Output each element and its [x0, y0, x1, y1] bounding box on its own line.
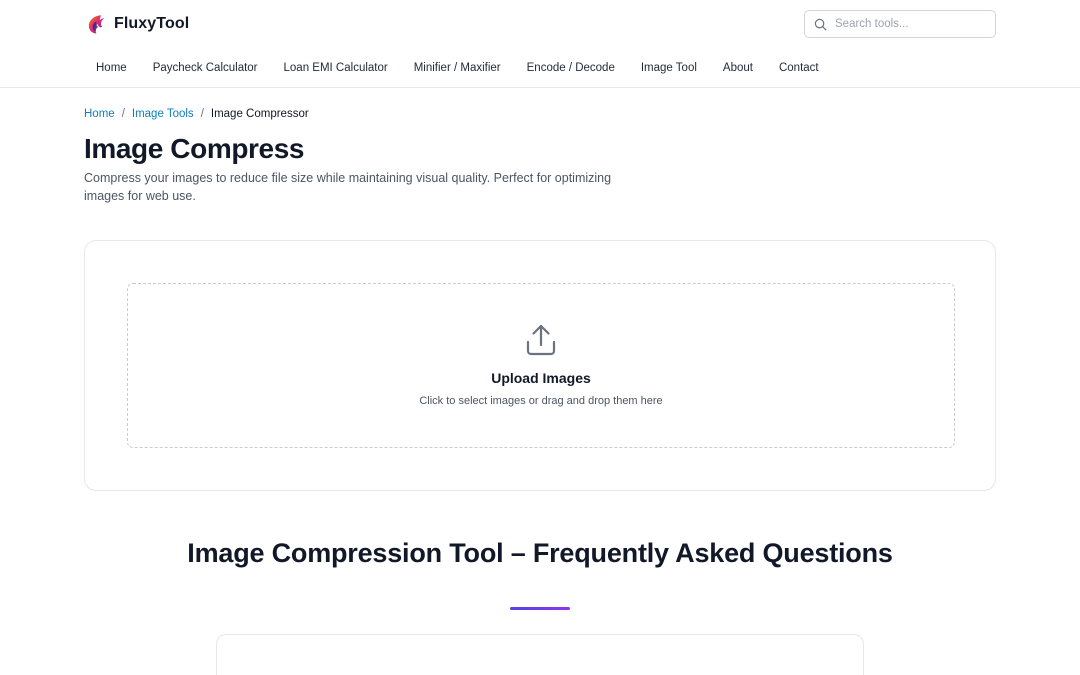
nav-item-about[interactable]: About	[710, 58, 766, 78]
search-input[interactable]	[835, 18, 985, 30]
upload-hint: Click to select images or drag and drop …	[419, 395, 663, 407]
breadcrumb-separator: /	[121, 108, 125, 120]
upload-card: Upload Images Click to select images or …	[84, 240, 996, 491]
nav-item-contact[interactable]: Contact	[766, 58, 832, 78]
nav-item-paycheck-calculator[interactable]: Paycheck Calculator	[140, 58, 271, 78]
upload-icon	[526, 324, 556, 356]
nav-item-loan-emi-calculator[interactable]: Loan EMI Calculator	[271, 58, 401, 78]
page-title: Image Compress	[84, 133, 305, 164]
nav-item-image-tool[interactable]: Image Tool	[628, 58, 710, 78]
site-header: FluxyTool Home Paycheck Calculator Loan …	[0, 0, 1080, 88]
breadcrumb-image-tools[interactable]: Image Tools	[132, 108, 194, 120]
page-description: Compress your images to reduce file size…	[84, 171, 612, 203]
search-icon	[814, 18, 827, 30]
breadcrumb-separator: /	[200, 108, 204, 120]
main-nav: Home Paycheck Calculator Loan EMI Calcul…	[83, 58, 832, 78]
breadcrumb: Home / Image Tools / Image Compressor	[84, 108, 309, 120]
brand-name: FluxyTool	[114, 15, 190, 32]
breadcrumb-home[interactable]: Home	[84, 108, 115, 120]
nav-item-minifier-maxifier[interactable]: Minifier / Maxifier	[401, 58, 514, 78]
nav-item-encode-decode[interactable]: Encode / Decode	[514, 58, 628, 78]
flame-logo-icon	[88, 15, 105, 34]
upload-dropzone[interactable]: Upload Images Click to select images or …	[127, 283, 955, 448]
search-box[interactable]	[804, 10, 996, 38]
faq-card	[216, 634, 864, 675]
faq-heading-underline	[510, 607, 570, 610]
breadcrumb-current: Image Compressor	[210, 108, 309, 120]
faq-heading: Image Compression Tool – Frequently Aske…	[187, 538, 893, 568]
upload-title: Upload Images	[491, 370, 591, 386]
nav-item-home[interactable]: Home	[83, 58, 140, 78]
brand-logo[interactable]: FluxyTool	[86, 13, 189, 35]
